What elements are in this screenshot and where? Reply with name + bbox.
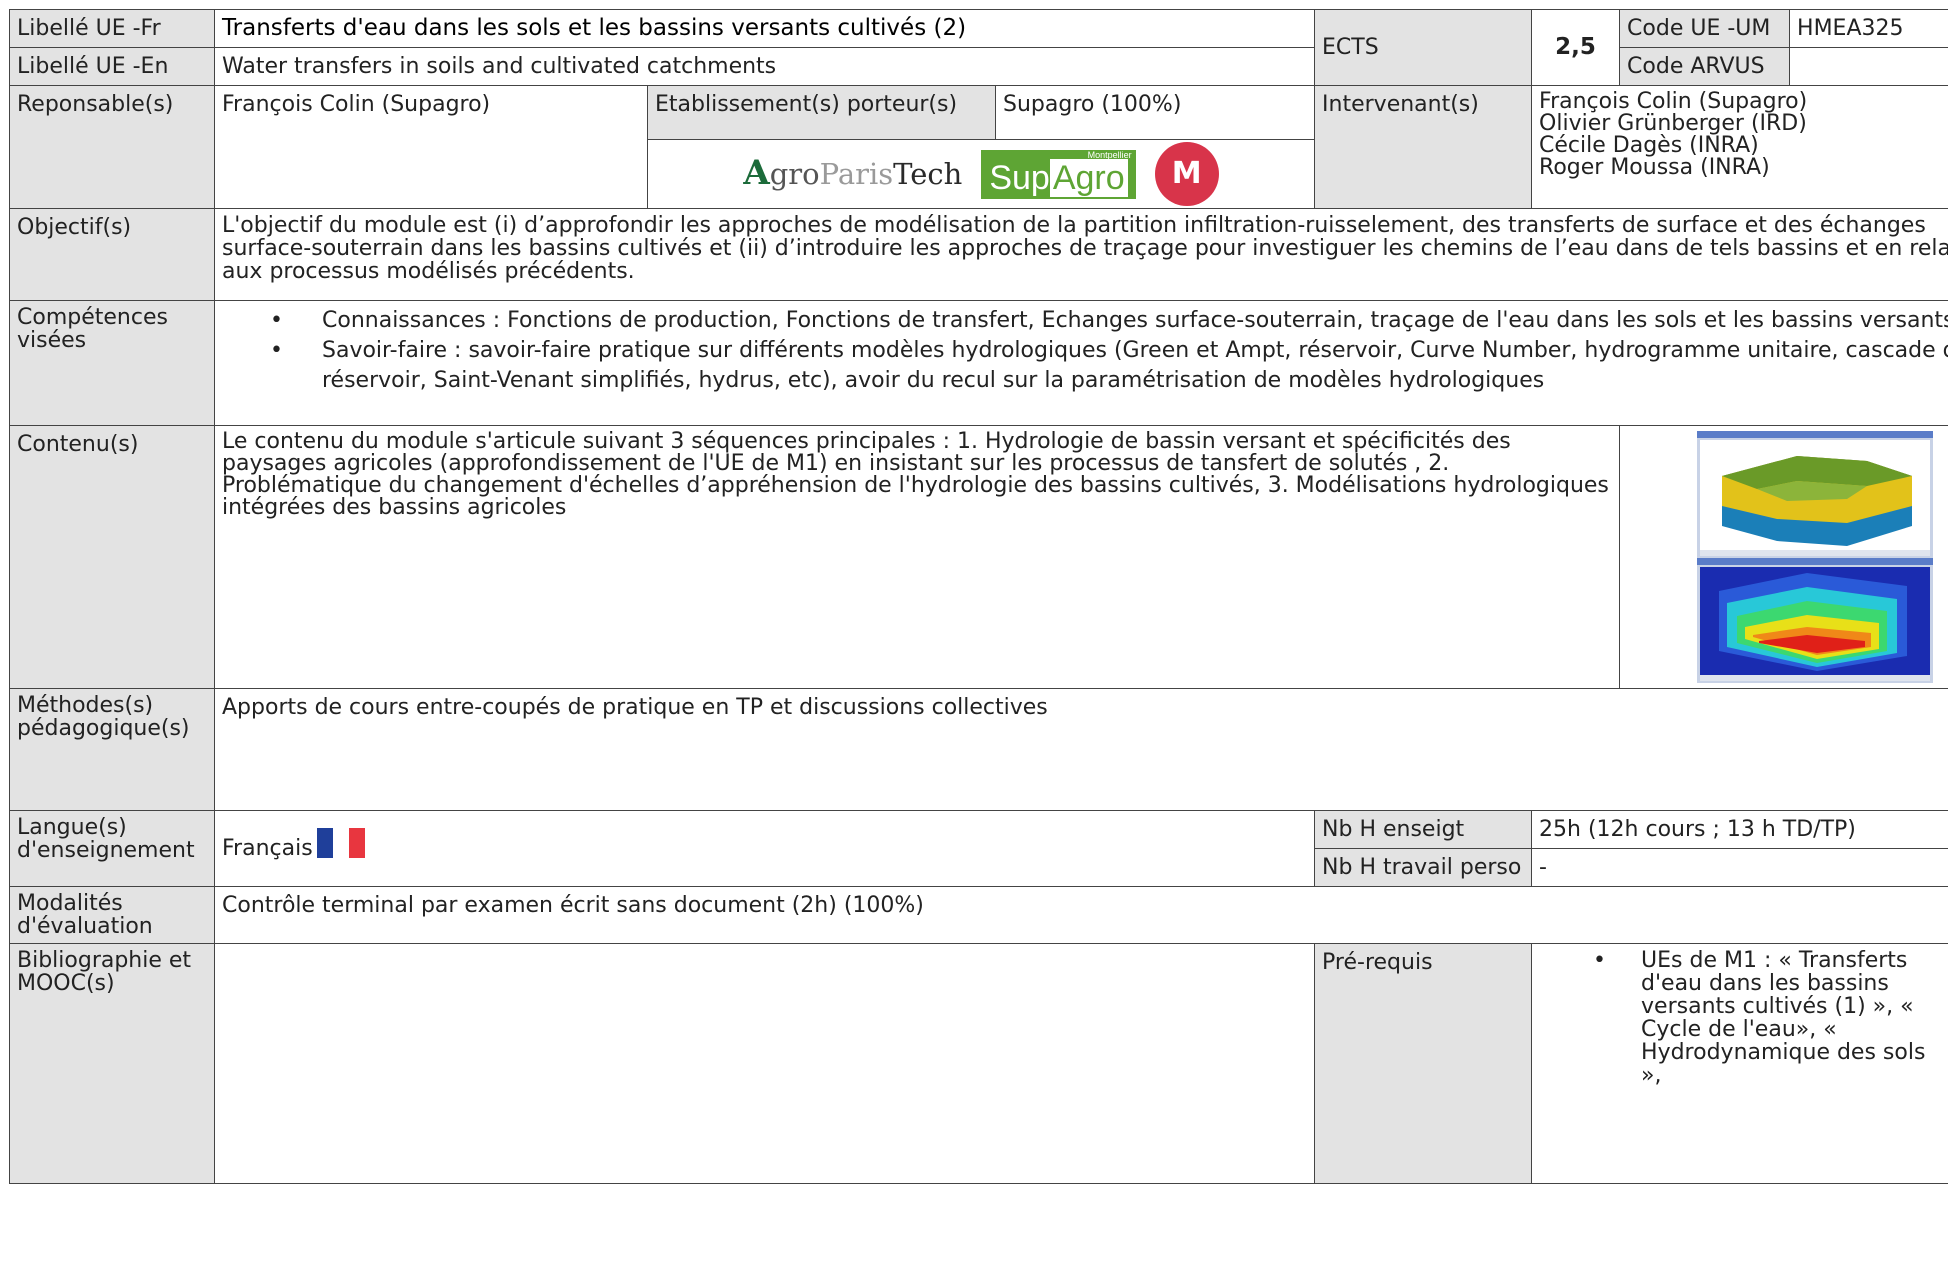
prerequis-list: UEs de M1 : « Transferts d'eau dans les … [1539, 949, 1948, 1087]
french-flag-icon [316, 827, 365, 858]
competences-cell: Connaissances : Fonctions de production,… [213, 300, 1948, 426]
etablissement-value: Supagro (100%) [994, 85, 1316, 140]
label-responsables: Reponsable(s) [9, 85, 215, 209]
competences-list: Connaissances : Fonctions de production,… [222, 306, 1948, 396]
label-libelle-en: Libellé UE -En [9, 47, 215, 86]
label-etablissements: Etablissement(s) porteur(s) [647, 85, 996, 140]
responsable-value: François Colin (Supagro) [214, 85, 648, 209]
course-title-fr: Transferts d'eau dans les sols et les ba… [213, 9, 1316, 48]
competence-item: Savoir-faire : savoir-faire pratique sur… [222, 336, 1948, 396]
label-nb-h-enseigt: Nb H enseigt [1314, 810, 1533, 849]
intervenants-list: François Colin (Supagro) Olivier Grünber… [1531, 85, 1948, 209]
competence-item: Connaissances : Fonctions de production,… [222, 306, 1948, 336]
um-seal-logo: M [1154, 142, 1219, 206]
nb-h-perso-value: - [1531, 848, 1948, 887]
label-libelle-fr: Libellé UE -Fr [9, 9, 215, 48]
course-sheet-table: Libellé UE -Fr Transferts d'eau dans les… [9, 9, 1948, 1184]
label-intervenants: Intervenant(s) [1314, 85, 1533, 209]
hydrus-model-screenshot [1696, 431, 1933, 683]
label-code-um: Code UE -UM [1619, 9, 1791, 48]
intervenant-item: Roger Moussa (INRA) [1539, 155, 1770, 180]
label-bibliographie: Bibliographie et MOOC(s) [9, 943, 215, 1184]
methodes-text: Apports de cours entre-coupés de pratiqu… [213, 688, 1948, 811]
prerequis-cell: UEs de M1 : « Transferts d'eau dans les … [1531, 943, 1948, 1184]
label-contenu: Contenu(s) [9, 425, 215, 689]
intervenant-item: Olivier Grünberger (IRD) [1539, 111, 1807, 136]
objectif-text: L'objectif du module est (i) d’approfond… [213, 208, 1948, 301]
nb-h-enseigt-value: 25h (12h cours ; 13 h TD/TP) [1531, 810, 1948, 849]
prerequis-item: UEs de M1 : « Transferts d'eau dans les … [1539, 949, 1941, 1087]
label-competences: Compétences visées [9, 300, 215, 426]
supagro-logo: Montpellier SupAgro [981, 149, 1136, 199]
label-modalites: Modalités d'évaluation [9, 886, 215, 944]
label-methodes: Méthodes(s) pédagogique(s) [9, 688, 215, 811]
course-title-en: Water transfers in soils and cultivated … [213, 47, 1316, 86]
label-objectifs: Objectif(s) [9, 208, 215, 301]
label-langue: Langue(s) d'enseignement [9, 810, 215, 887]
institution-logos: AgroParisTech Montpellier SupAgro M [646, 139, 1316, 209]
contenu-text: Le contenu du module s'articule suivant … [213, 425, 1621, 689]
label-prerequis: Pré-requis [1314, 943, 1533, 1184]
intervenant-item: Cécile Dagès (INRA) [1539, 133, 1759, 158]
bibliographie-value [213, 943, 1316, 1184]
simulation-images [1619, 425, 1948, 689]
intervenant-item: François Colin (Supagro) [1539, 89, 1808, 114]
langue-cell: Français [213, 810, 1316, 887]
langue-value: Français [222, 835, 313, 861]
code-arvus-value [1789, 47, 1948, 86]
modalites-text: Contrôle terminal par examen écrit sans … [213, 886, 1948, 944]
agroparistech-logo: AgroParisTech [743, 153, 963, 193]
ects-value: 2,5 [1531, 9, 1621, 86]
label-ects: ECTS [1314, 9, 1533, 86]
label-nb-h-perso: Nb H travail perso [1314, 848, 1533, 887]
code-um-value: HMEA325 [1789, 9, 1948, 48]
label-code-arvus: Code ARVUS [1619, 47, 1791, 86]
